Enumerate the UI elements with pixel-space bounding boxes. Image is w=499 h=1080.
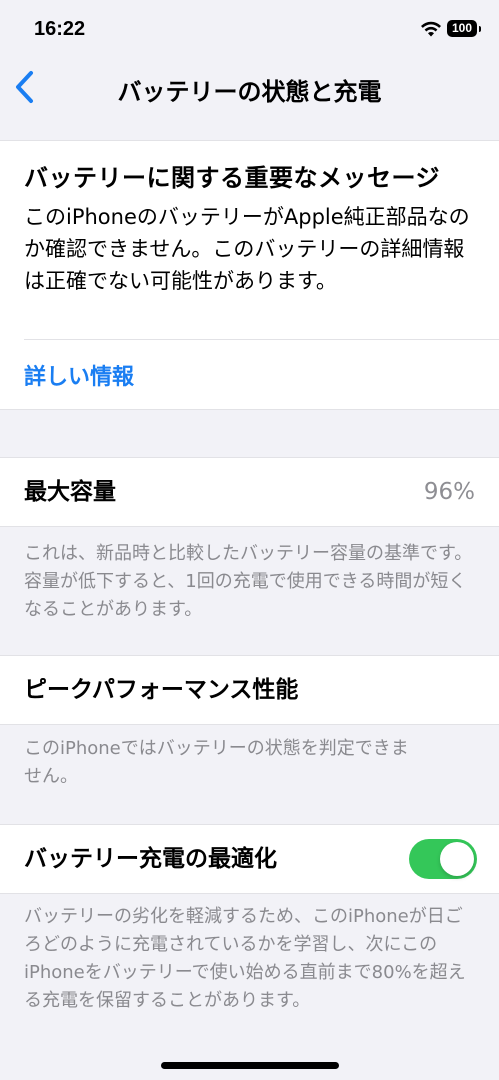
battery-level: 100	[451, 21, 473, 35]
important-message-card: バッテリーに関する重要なメッセージ このiPhoneのバッテリーがApple純正…	[0, 140, 499, 410]
optimized-charging-row: バッテリー充電の最適化	[0, 824, 499, 894]
page-title: バッテリーの状態と充電	[117, 78, 382, 106]
divider	[24, 339, 499, 340]
toggle-knob	[440, 842, 474, 876]
peak-performance-footnote: このiPhoneではバッテリーの状態を判定できません。	[24, 738, 409, 787]
peak-performance-row: ピークパフォーマンス性能	[0, 655, 499, 725]
peak-performance-label: ピークパフォーマンス性能	[24, 677, 299, 703]
max-capacity-footnote: これは、新品時と比較したバッテリー容量の基準です。容量が低下すると、1回の充電で…	[24, 543, 473, 620]
max-capacity-label: 最大容量	[24, 479, 116, 505]
max-capacity-value: 96%	[423, 479, 475, 505]
battery-icon: 100	[447, 20, 481, 37]
optimized-charging-label: バッテリー充電の最適化	[24, 846, 277, 872]
wifi-icon	[421, 21, 441, 37]
more-info-link[interactable]: 詳しい情報	[24, 359, 134, 391]
status-bar: 16:22 100	[0, 0, 499, 62]
status-time: 16:22	[34, 18, 86, 40]
important-message-title: バッテリーに関する重要なメッセージ	[24, 164, 441, 192]
important-message-body: このiPhoneのバッテリーがApple純正部品なのか確認できません。このバッテ…	[24, 205, 470, 293]
optimized-charging-toggle[interactable]	[409, 839, 477, 879]
home-indicator[interactable]	[161, 1062, 339, 1069]
max-capacity-row: 最大容量 96%	[0, 457, 499, 527]
navigation-bar: バッテリーの状態と充電	[0, 62, 499, 110]
optimized-charging-footnote: バッテリーの劣化を軽減するため、このiPhoneが日ごろどのように充電されている…	[24, 906, 466, 1011]
